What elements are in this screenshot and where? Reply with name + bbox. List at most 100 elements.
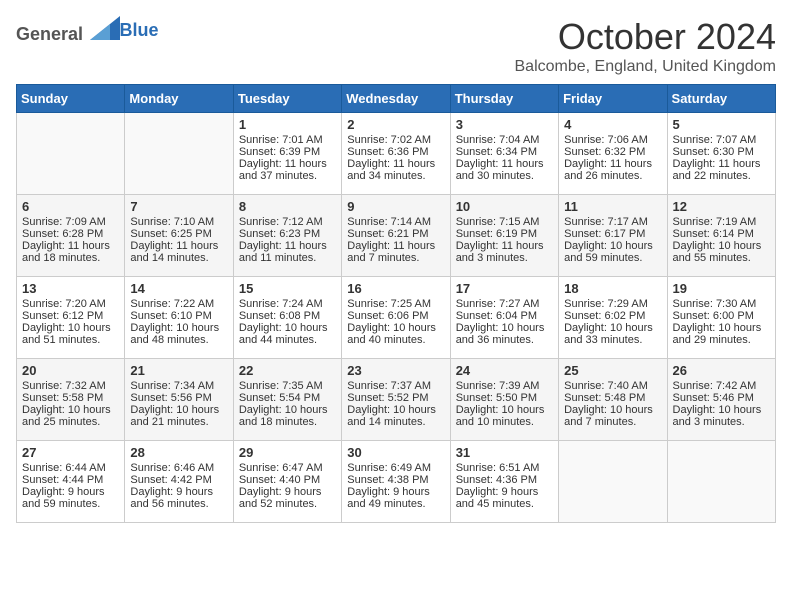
calendar-cell: 7Sunrise: 7:10 AMSunset: 6:25 PMDaylight… <box>125 195 233 277</box>
calendar-cell: 10Sunrise: 7:15 AMSunset: 6:19 PMDayligh… <box>450 195 558 277</box>
day-number: 24 <box>456 363 553 378</box>
day-number: 27 <box>22 445 119 460</box>
calendar-cell: 12Sunrise: 7:19 AMSunset: 6:14 PMDayligh… <box>667 195 775 277</box>
sunset-text: Sunset: 6:34 PM <box>456 146 553 158</box>
daylight-text: Daylight: 10 hours and 59 minutes. <box>564 240 661 264</box>
day-number: 15 <box>239 281 336 296</box>
logo-blue: Blue <box>120 20 159 40</box>
calendar-cell: 19 Sunrise: 7:30 AMSunset: 6:00 PMDayligh… <box>667 277 775 359</box>
day-number: 17 <box>456 281 553 296</box>
calendar-cell: 8Sunrise: 7:12 AMSunset: 6:23 PMDaylight… <box>233 195 341 277</box>
calendar-cell: 6Sunrise: 7:09 AMSunset: 6:28 PMDaylight… <box>17 195 125 277</box>
calendar-cell: 28Sunrise: 6:46 AMSunset: 4:42 PMDayligh… <box>125 441 233 523</box>
daylight-text: Daylight: 10 hours and 14 minutes. <box>347 404 444 428</box>
daylight-text: Daylight: 10 hours and 44 minutes. <box>239 322 336 346</box>
day-number: 31 <box>456 445 553 460</box>
sunset-text: Sunset: 6:30 PM <box>673 146 770 158</box>
day-number: 21 <box>130 363 227 378</box>
day-number: 25 <box>564 363 661 378</box>
sunrise-text: Sunrise: 6:44 AM <box>22 462 119 474</box>
day-number: 5 <box>673 117 770 132</box>
daylight-text: Daylight: 11 hours and 14 minutes. <box>130 240 227 264</box>
weekday-header-cell: Sunday <box>17 85 125 113</box>
daylight-text: Daylight: 11 hours and 7 minutes. <box>347 240 444 264</box>
daylight-text: Daylight: 11 hours and 34 minutes. <box>347 158 444 182</box>
day-number: 12 <box>673 199 770 214</box>
calendar-cell: 5 Sunrise: 7:07 AMSunset: 6:30 PMDaylight… <box>667 113 775 195</box>
sunrise-text: Sunrise: 7:37 AM <box>347 380 444 392</box>
sunrise-text: Sunrise: 7:12 AM <box>239 216 336 228</box>
sunrise-text: Sunrise: 7:42 AM <box>673 380 770 392</box>
calendar-cell: 17Sunrise: 7:27 AMSunset: 6:04 PMDayligh… <box>450 277 558 359</box>
title-section: October 2024 Balcombe, England, United K… <box>515 16 777 76</box>
sunrise-text: Sunrise: 7:34 AM <box>130 380 227 392</box>
calendar-week-row: 27Sunrise: 6:44 AMSunset: 4:44 PMDayligh… <box>17 441 776 523</box>
weekday-header-cell: Saturday <box>667 85 775 113</box>
calendar-cell: 23Sunrise: 7:37 AMSunset: 5:52 PMDayligh… <box>342 359 450 441</box>
sunrise-text: Sunrise: 7:40 AM <box>564 380 661 392</box>
sunset-text: Sunset: 5:58 PM <box>22 392 119 404</box>
sunset-text: Sunset: 4:36 PM <box>456 474 553 486</box>
calendar-cell: 15Sunrise: 7:24 AMSunset: 6:08 PMDayligh… <box>233 277 341 359</box>
day-number: 26 <box>673 363 770 378</box>
daylight-text: Daylight: 11 hours and 22 minutes. <box>673 158 770 182</box>
sunrise-text: Sunrise: 7:22 AM <box>130 298 227 310</box>
sunrise-text: Sunrise: 7:30 AM <box>673 298 770 310</box>
daylight-text: Daylight: 10 hours and 25 minutes. <box>22 404 119 428</box>
sunrise-text: Sunrise: 7:39 AM <box>456 380 553 392</box>
daylight-text: Daylight: 9 hours and 59 minutes. <box>22 486 119 510</box>
logo: General Blue <box>16 16 159 45</box>
calendar-cell: 25Sunrise: 7:40 AMSunset: 5:48 PMDayligh… <box>559 359 667 441</box>
day-number: 23 <box>347 363 444 378</box>
sunrise-text: Sunrise: 7:19 AM <box>673 216 770 228</box>
location-title: Balcombe, England, United Kingdom <box>515 58 777 76</box>
sunset-text: Sunset: 6:32 PM <box>564 146 661 158</box>
sunset-text: Sunset: 5:46 PM <box>673 392 770 404</box>
daylight-text: Daylight: 10 hours and 18 minutes. <box>239 404 336 428</box>
daylight-text: Daylight: 11 hours and 37 minutes. <box>239 158 336 182</box>
daylight-text: Daylight: 10 hours and 7 minutes. <box>564 404 661 428</box>
sunrise-text: Sunrise: 7:15 AM <box>456 216 553 228</box>
calendar-cell <box>17 113 125 195</box>
calendar-cell: 27Sunrise: 6:44 AMSunset: 4:44 PMDayligh… <box>17 441 125 523</box>
calendar-cell: 14Sunrise: 7:22 AMSunset: 6:10 PMDayligh… <box>125 277 233 359</box>
daylight-text: Daylight: 10 hours and 10 minutes. <box>456 404 553 428</box>
daylight-text: Daylight: 10 hours and 48 minutes. <box>130 322 227 346</box>
calendar-cell: 26Sunrise: 7:42 AMSunset: 5:46 PMDayligh… <box>667 359 775 441</box>
daylight-text: Daylight: 11 hours and 30 minutes. <box>456 158 553 182</box>
sunrise-text: Sunrise: 7:04 AM <box>456 134 553 146</box>
sunset-text: Sunset: 5:56 PM <box>130 392 227 404</box>
sunset-text: Sunset: 5:54 PM <box>239 392 336 404</box>
sunset-text: Sunset: 6:19 PM <box>456 228 553 240</box>
sunrise-text: Sunrise: 7:32 AM <box>22 380 119 392</box>
sunset-text: Sunset: 6:00 PM <box>673 310 770 322</box>
sunrise-text: Sunrise: 7:24 AM <box>239 298 336 310</box>
sunrise-text: Sunrise: 7:09 AM <box>22 216 119 228</box>
sunset-text: Sunset: 6:36 PM <box>347 146 444 158</box>
calendar-week-row: 6Sunrise: 7:09 AMSunset: 6:28 PMDaylight… <box>17 195 776 277</box>
sunrise-text: Sunrise: 7:07 AM <box>673 134 770 146</box>
day-number: 6 <box>22 199 119 214</box>
calendar-cell <box>667 441 775 523</box>
daylight-text: Daylight: 10 hours and 40 minutes. <box>347 322 444 346</box>
calendar-cell: 24Sunrise: 7:39 AMSunset: 5:50 PMDayligh… <box>450 359 558 441</box>
daylight-text: Daylight: 10 hours and 36 minutes. <box>456 322 553 346</box>
day-number: 13 <box>22 281 119 296</box>
day-number: 11 <box>564 199 661 214</box>
calendar-cell: 2Sunrise: 7:02 AMSunset: 6:36 PMDaylight… <box>342 113 450 195</box>
weekday-header-cell: Tuesday <box>233 85 341 113</box>
logo-general: General <box>16 24 83 44</box>
calendar-week-row: 1Sunrise: 7:01 AMSunset: 6:39 PMDaylight… <box>17 113 776 195</box>
day-number: 19 <box>673 281 770 296</box>
page-header: General Blue October 2024 Balcombe, Engl… <box>16 16 776 76</box>
daylight-text: Daylight: 10 hours and 29 minutes. <box>673 322 770 346</box>
sunrise-text: Sunrise: 7:10 AM <box>130 216 227 228</box>
daylight-text: Daylight: 10 hours and 21 minutes. <box>130 404 227 428</box>
sunrise-text: Sunrise: 7:20 AM <box>22 298 119 310</box>
calendar-cell: 30Sunrise: 6:49 AMSunset: 4:38 PMDayligh… <box>342 441 450 523</box>
day-number: 29 <box>239 445 336 460</box>
day-number: 30 <box>347 445 444 460</box>
day-number: 18 <box>564 281 661 296</box>
calendar-body: 1Sunrise: 7:01 AMSunset: 6:39 PMDaylight… <box>17 113 776 523</box>
sunset-text: Sunset: 4:38 PM <box>347 474 444 486</box>
